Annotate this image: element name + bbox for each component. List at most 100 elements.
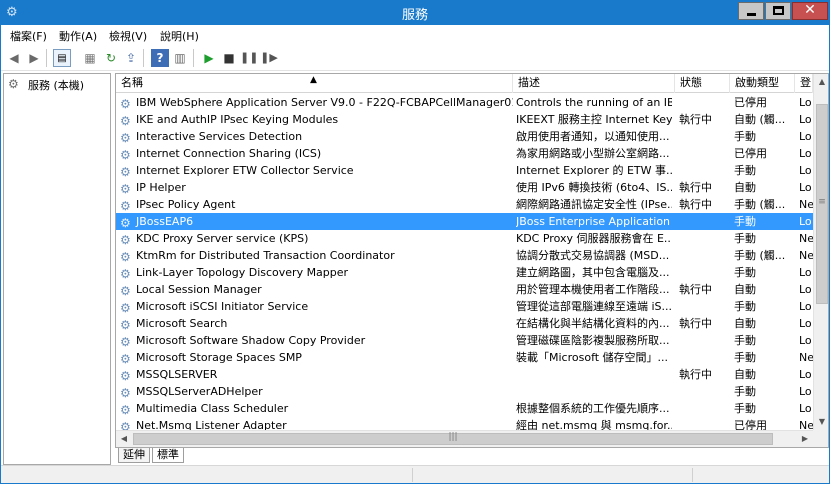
cell-logon-as: Lo xyxy=(799,300,812,313)
table-row[interactable]: ⚙ Interactive Services Detection 啟用使用者通知，以… xyxy=(116,128,813,145)
cell-logon-as: Lo xyxy=(799,368,812,381)
table-row[interactable]: ⚙ Link-Layer Topology Discovery Mapper 建立網… xyxy=(116,264,813,281)
table-row[interactable]: ⚙ Internet Explorer ETW Collector Service… xyxy=(116,162,813,179)
scroll-left-icon[interactable]: ◀ xyxy=(116,431,132,447)
cell-name: ⚙ IP Helper xyxy=(120,179,513,196)
horizontal-scroll-thumb[interactable]: ||| xyxy=(133,432,773,445)
start-service-icon[interactable]: ▶ xyxy=(200,49,218,67)
table-row[interactable]: ⚙ IPsec Policy Agent 網際網路通訊協定安全性 (IPse... 執… xyxy=(116,196,813,213)
column-header-name[interactable]: 名稱 ▲ xyxy=(116,74,513,93)
tab-standard[interactable]: 標準 xyxy=(152,448,184,463)
cell-logon-as: Lo xyxy=(799,317,812,330)
table-row[interactable]: ⚙ MSSQLServerADHelper 手動 Lo xyxy=(116,383,813,400)
cell-description: 協調分散式交易協調器 (MSD... xyxy=(516,249,670,262)
menu-action[interactable]: 動作(A) xyxy=(59,28,97,44)
tree-item-label: 服務 (本機) xyxy=(28,79,85,92)
cell-description: 網際網路通訊協定安全性 (IPse... xyxy=(516,198,672,211)
service-name: Multimedia Class Scheduler xyxy=(136,402,289,415)
console-tree-icon[interactable]: ▤ xyxy=(53,49,71,67)
column-header-description[interactable]: 描述 xyxy=(513,74,675,93)
cell-startup-type: 自動 xyxy=(734,181,756,194)
title-bar[interactable]: ⚙ 服務 ✕ xyxy=(1,1,829,25)
minimize-button[interactable] xyxy=(738,2,764,20)
status-bar-segment xyxy=(413,468,693,482)
service-name: Internet Connection Sharing (ICS) xyxy=(136,147,322,160)
table-row[interactable]: ⚙ JBossEAP6 JBoss Enterprise Application .… xyxy=(116,213,813,230)
cell-status: 執行中 xyxy=(679,198,712,211)
service-name: KDC Proxy Server service (KPS) xyxy=(136,232,309,245)
stop-service-icon[interactable]: ■ xyxy=(220,49,238,67)
list-header: 名稱 ▲ 描述 狀態 啟動類型 登 xyxy=(116,74,813,93)
table-row[interactable]: ⚙ Microsoft Software Shadow Copy Provider… xyxy=(116,332,813,349)
cell-name: ⚙ Internet Explorer ETW Collector Service xyxy=(120,162,513,179)
menu-help[interactable]: 說明(H) xyxy=(160,28,199,44)
service-gear-icon: ⚙ xyxy=(120,148,131,162)
menu-file[interactable]: 檔案(F) xyxy=(10,28,47,44)
scroll-down-icon[interactable]: ▼ xyxy=(814,414,828,430)
cell-name: ⚙ KtmRm for Distributed Transaction Coord… xyxy=(120,247,513,264)
cell-description: 根據整個系統的工作優先順序... xyxy=(516,402,670,415)
cell-name: ⚙ Microsoft Storage Spaces SMP xyxy=(120,349,513,366)
properties-icon[interactable]: ▦ xyxy=(81,49,99,67)
table-row[interactable]: ⚙ IBM WebSphere Application Server V9.0 -… xyxy=(116,94,813,111)
menu-view[interactable]: 檢視(V) xyxy=(109,28,147,44)
table-row[interactable]: ⚙ KtmRm for Distributed Transaction Coord… xyxy=(116,247,813,264)
cell-startup-type: 手動 (觸... xyxy=(734,249,786,262)
vertical-scrollbar[interactable]: ▲ ≡ ▼ xyxy=(813,74,828,430)
scroll-up-icon[interactable]: ▲ xyxy=(814,74,828,90)
table-row[interactable]: ⚙ Local Session Manager 用於管理本機使用者工作階段... 執行… xyxy=(116,281,813,298)
table-row[interactable]: ⚙ IP Helper 使用 IPv6 轉換技術 (6to4、IS... 執行中 自動 L… xyxy=(116,179,813,196)
restart-service-icon[interactable]: ❚▶ xyxy=(260,49,278,67)
scroll-right-icon[interactable]: ▶ xyxy=(797,431,813,447)
cell-status xyxy=(679,264,731,281)
service-name: IPsec Policy Agent xyxy=(136,198,236,211)
table-row[interactable]: ⚙ IKE and AuthIP IPsec Keying Modules IKEE… xyxy=(116,111,813,128)
service-gear-icon: ⚙ xyxy=(120,301,131,315)
service-name: JBossEAP6 xyxy=(136,215,194,228)
table-row[interactable]: ⚙ Internet Connection Sharing (ICS) 為家用網路或… xyxy=(116,145,813,162)
service-name: Interactive Services Detection xyxy=(136,130,303,143)
table-row[interactable]: ⚙ Multimedia Class Scheduler 根據整個系統的工作優先順序… xyxy=(116,400,813,417)
maximize-button[interactable] xyxy=(765,2,791,20)
table-row[interactable]: ⚙ Microsoft Storage Spaces SMP 裝載「Microsof… xyxy=(116,349,813,366)
table-row[interactable]: ⚙ Microsoft iSCSI Initiator Service 管理從這部電… xyxy=(116,298,813,315)
cell-logon-as: Ne xyxy=(799,351,813,364)
cell-startup-type: 手動 xyxy=(734,351,756,364)
table-row[interactable]: ⚙ KDC Proxy Server service (KPS) KDC Proxy… xyxy=(116,230,813,247)
cell-description xyxy=(516,366,672,383)
table-row[interactable]: ⚙ Microsoft Search 在結構化與半結構化資料的內... 執行中 自動 Lo xyxy=(116,315,813,332)
horizontal-scrollbar[interactable]: ◀ ||| ▶ xyxy=(116,430,813,447)
cell-description: 啟用使用者通知，以通知使用... xyxy=(516,130,670,143)
cell-name: ⚙ Interactive Services Detection xyxy=(120,128,513,145)
status-bar xyxy=(1,465,829,483)
cell-description: JBoss Enterprise Application ... xyxy=(516,215,672,228)
cell-status xyxy=(679,145,731,162)
toolbar-separator xyxy=(193,49,194,67)
service-gear-icon: ⚙ xyxy=(120,267,131,281)
tab-extended[interactable]: 延伸 xyxy=(118,448,150,463)
cell-logon-as: Lo xyxy=(799,283,812,296)
back-arrow-icon[interactable]: ◀ xyxy=(5,49,23,67)
column-header-status[interactable]: 狀態 xyxy=(675,74,730,93)
export-list-icon[interactable]: ⇪ xyxy=(122,49,140,67)
close-button[interactable]: ✕ xyxy=(792,2,828,20)
show-hide-action-pane-icon[interactable]: ▥ xyxy=(171,49,189,67)
status-bar-segment xyxy=(1,468,413,482)
cell-startup-type: 手動 xyxy=(734,334,756,347)
cell-startup-type: 手動 xyxy=(734,232,756,245)
pause-service-icon[interactable]: ❚❚ xyxy=(240,49,258,67)
forward-arrow-icon[interactable]: ▶ xyxy=(25,49,43,67)
column-header-logon-as[interactable]: 登 xyxy=(795,74,813,93)
service-gear-icon: ⚙ xyxy=(120,165,131,179)
refresh-icon[interactable]: ↻ xyxy=(102,49,120,67)
column-header-startup-type[interactable]: 啟動類型 xyxy=(730,74,795,93)
services-list: 名稱 ▲ 描述 狀態 啟動類型 登 ⚙ IBM WebSphere Applica… xyxy=(115,73,829,448)
cell-startup-type: 手動 xyxy=(734,300,756,313)
grip-icon: ≡ xyxy=(818,197,826,207)
window-title: 服務 xyxy=(401,8,428,23)
cell-description: 使用 IPv6 轉換技術 (6to4、IS... xyxy=(516,181,672,194)
table-row[interactable]: ⚙ MSSQLSERVER 執行中 自動 Lo xyxy=(116,366,813,383)
cell-status xyxy=(679,213,731,230)
help-icon[interactable]: ? xyxy=(151,49,169,67)
vertical-scroll-thumb[interactable]: ≡ xyxy=(816,104,828,304)
